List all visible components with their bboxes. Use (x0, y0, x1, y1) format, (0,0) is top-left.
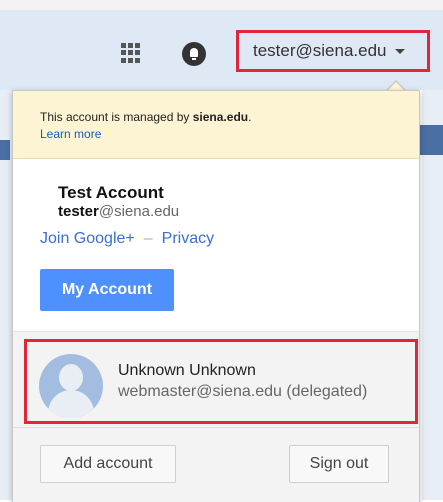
notifications-bell-icon[interactable] (182, 42, 206, 66)
account-links: Join Google+ – Privacy (40, 230, 214, 248)
top-strip (0, 0, 443, 10)
managed-account-notice: This account is managed by siena.edu. Le… (13, 91, 419, 159)
managed-domain: siena.edu (192, 110, 249, 124)
apps-grid-icon[interactable] (121, 43, 141, 63)
managed-text: This account is managed by siena.edu. (40, 110, 252, 124)
join-google-plus-link[interactable]: Join Google+ (40, 230, 135, 247)
account-name: Test Account (58, 183, 164, 202)
delegated-account-email: webmaster@siena.edu (delegated) (118, 383, 368, 400)
my-account-button[interactable]: My Account (40, 269, 174, 311)
account-switcher-button[interactable]: tester@siena.edu (236, 30, 430, 72)
link-separator: – (143, 230, 153, 247)
learn-more-link[interactable]: Learn more (40, 127, 101, 141)
account-email: tester@siena.edu (58, 203, 180, 220)
account-popup: This account is managed by siena.edu. Le… (12, 90, 420, 502)
delegated-account-name: Unknown Unknown (118, 362, 256, 379)
sign-out-button[interactable]: Sign out (289, 445, 389, 483)
background-left-accent (0, 140, 10, 160)
avatar-icon (39, 354, 103, 418)
privacy-link[interactable]: Privacy (162, 230, 214, 247)
chevron-down-icon (394, 48, 405, 54)
account-email-label: tester@siena.edu (253, 41, 387, 60)
add-account-button[interactable]: Add account (40, 445, 176, 483)
